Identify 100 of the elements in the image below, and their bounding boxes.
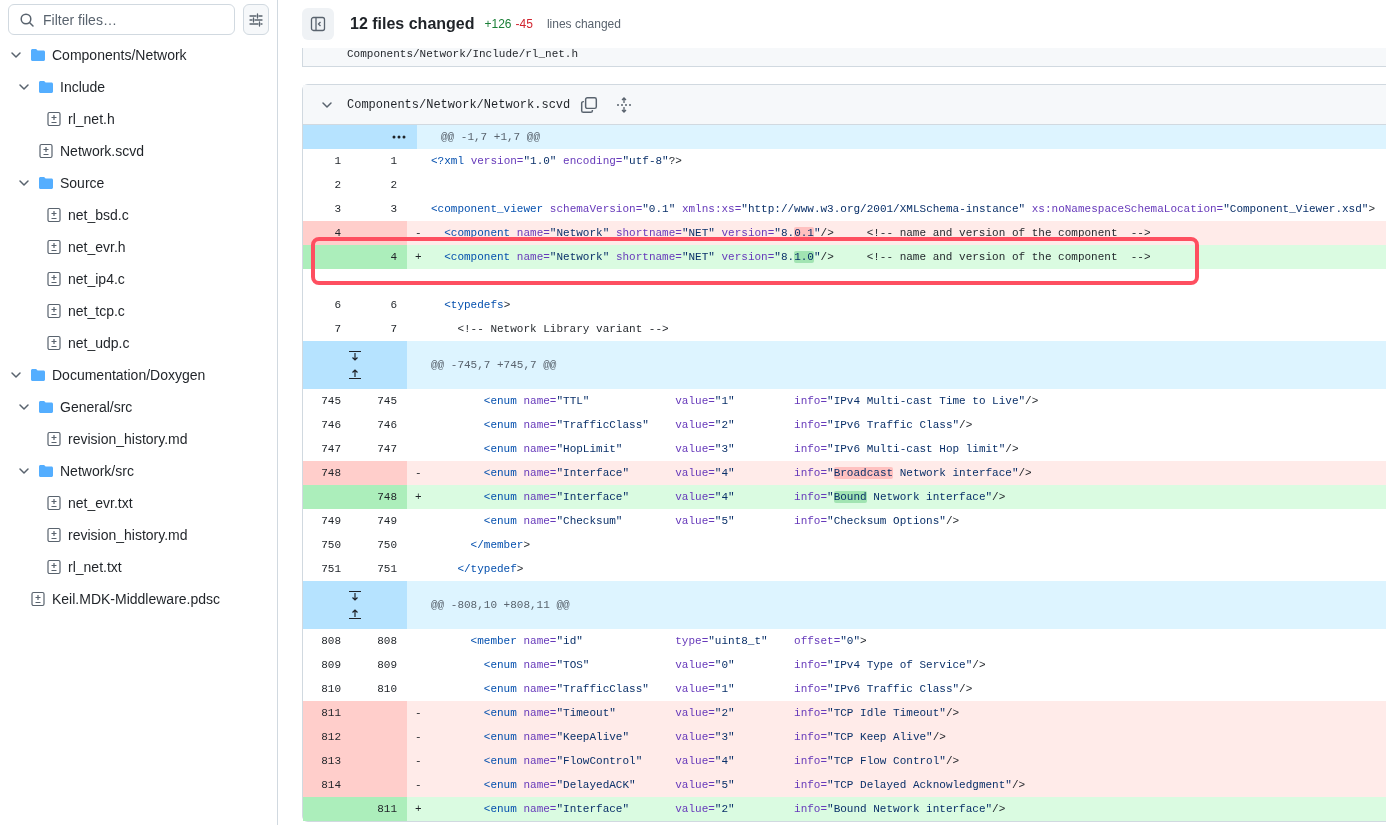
filter-field[interactable]: Filter files… bbox=[8, 4, 235, 35]
file-diff-icon bbox=[46, 559, 62, 575]
line-number: 6 bbox=[390, 299, 397, 311]
line-number: 4 bbox=[390, 251, 397, 263]
folder-icon bbox=[30, 47, 46, 63]
diff-sign: - bbox=[415, 467, 422, 479]
file-path: Components/Network/Network.scvd bbox=[347, 97, 571, 112]
code-line: <component name="Network" shortname="NET" version="8.1.0"/> bbox=[443, 251, 834, 263]
line-number: 747 bbox=[321, 443, 341, 455]
code-line: offset="0"> bbox=[794, 635, 867, 647]
code-line: <enum name="Timeout" bbox=[482, 707, 616, 719]
folder-icon bbox=[38, 175, 54, 191]
copy-button[interactable] bbox=[580, 95, 599, 114]
file-item[interactable]: net_bsd.c bbox=[8, 199, 269, 231]
diff-sign: - bbox=[415, 755, 422, 767]
code-line: <component name="Network" shortname="NET" version="8.0.1"/> bbox=[443, 227, 834, 239]
file-item[interactable]: net_evr.txt bbox=[8, 487, 269, 519]
code-line: value="1" bbox=[675, 683, 735, 695]
line-number: 747 bbox=[377, 443, 397, 455]
sliders-icon bbox=[248, 11, 264, 28]
line-number: 808 bbox=[321, 635, 341, 647]
code-line: </typedef> bbox=[456, 563, 524, 575]
code-line: <!-- Network Library variant --> bbox=[456, 323, 669, 335]
sidebar-toggle-button[interactable] bbox=[302, 8, 334, 40]
line-number: 2 bbox=[390, 179, 397, 191]
code-line: <component_viewer schemaVersion="0.1" xmlns:xs="http://www.w3.org/2001/XMLSchema-instance" xs:noNamespaceSchemaLocation="Component_Viewer.xsd"> bbox=[431, 203, 1376, 215]
additions-count: +126 bbox=[484, 17, 512, 31]
folder-item[interactable]: Components/Network bbox=[8, 39, 269, 71]
code-line: info="Checksum Options"/> bbox=[794, 515, 960, 527]
file-diff-icon bbox=[46, 527, 62, 543]
code-line: <!-- name and version of the component --> bbox=[866, 227, 1151, 239]
expand-up-button[interactable] bbox=[348, 367, 362, 379]
folder-item[interactable]: Documentation/Doxygen bbox=[8, 359, 269, 391]
code-line: info="IPv6 Traffic Class"/> bbox=[794, 683, 973, 695]
line-number: 810 bbox=[377, 683, 397, 695]
folder-item[interactable]: Include bbox=[8, 71, 269, 103]
line-number: 3 bbox=[390, 203, 397, 215]
line-number: 6 bbox=[334, 299, 341, 311]
diff-sign: - bbox=[415, 779, 422, 791]
folder-item[interactable]: Source bbox=[8, 167, 269, 199]
file-diff-icon bbox=[46, 303, 62, 319]
line-number: 1 bbox=[334, 155, 341, 167]
folder-item[interactable]: Network/src bbox=[8, 455, 269, 487]
expand-button[interactable] bbox=[391, 134, 407, 140]
diff-sign: + bbox=[415, 491, 422, 503]
code-line: <member name="id" bbox=[469, 635, 583, 647]
file-item[interactable]: net_evr.h bbox=[8, 231, 269, 263]
expand-up-icon bbox=[348, 367, 362, 379]
line-number: 809 bbox=[321, 659, 341, 671]
folder-item[interactable]: General/src bbox=[8, 391, 269, 423]
expand-up-button[interactable] bbox=[348, 607, 362, 619]
hunk-text: @@ -1,7 +1,7 @@ bbox=[440, 131, 541, 143]
code-line: info="IPv6 Traffic Class"/> bbox=[794, 419, 973, 431]
line-number: 811 bbox=[321, 707, 341, 719]
code-line: <typedefs> bbox=[443, 299, 511, 311]
hunk-text: @@ -745,7 +745,7 @@ bbox=[430, 359, 557, 371]
diff-sign: - bbox=[415, 731, 422, 743]
code-line: <enum name="TrafficClass" bbox=[482, 683, 649, 695]
line-number: 4 bbox=[334, 227, 341, 239]
code-line: <enum name="FlowControl" bbox=[482, 755, 643, 767]
files-changed-title: 12 files changed bbox=[350, 15, 475, 33]
code-line: info="TCP Delayed Acknowledgment"/> bbox=[794, 779, 1026, 791]
file-diff-icon bbox=[46, 111, 62, 127]
file-item[interactable]: net_ip4.c bbox=[8, 263, 269, 295]
expand-up-icon bbox=[348, 607, 362, 619]
expand-all-button[interactable] bbox=[616, 96, 633, 113]
file-item[interactable]: Keil.MDK-Middleware.pdsc bbox=[8, 583, 269, 615]
file-item[interactable]: net_tcp.c bbox=[8, 295, 269, 327]
code-line: info="TCP Idle Timeout"/> bbox=[794, 707, 960, 719]
lines-changed-label: lines changed bbox=[546, 17, 621, 31]
diff-sign: - bbox=[415, 227, 422, 239]
code-line: value="2" bbox=[675, 419, 735, 431]
folder-icon bbox=[38, 463, 54, 479]
file-item[interactable]: revision_history.md bbox=[8, 519, 269, 551]
deletions-count: -45 bbox=[515, 17, 533, 31]
code-line: info="TCP Keep Alive"/> bbox=[794, 731, 946, 743]
folder-icon bbox=[30, 367, 46, 383]
file-diff-icon bbox=[46, 335, 62, 351]
code-line: <enum name="KeepAlive" bbox=[482, 731, 630, 743]
folder-icon bbox=[38, 399, 54, 415]
line-number: 751 bbox=[321, 563, 341, 575]
line-number: 2 bbox=[334, 179, 341, 191]
file-item[interactable]: net_udp.c bbox=[8, 327, 269, 359]
file-item[interactable]: Network.scvd bbox=[8, 135, 269, 167]
file-item[interactable]: revision_history.md bbox=[8, 423, 269, 455]
file-item[interactable]: rl_net.txt bbox=[8, 551, 269, 583]
file-item[interactable]: rl_net.h bbox=[8, 103, 269, 135]
expand-down-icon bbox=[348, 591, 362, 603]
file-diff-icon bbox=[46, 239, 62, 255]
code-line: value="2" bbox=[675, 707, 735, 719]
code-line: value="4" bbox=[675, 491, 735, 503]
code-line: <enum name="TOS" bbox=[482, 659, 590, 671]
filter-settings-button[interactable] bbox=[243, 4, 269, 35]
code-line: <enum name="Checksum" bbox=[482, 515, 623, 527]
expand-down-button[interactable] bbox=[348, 351, 362, 363]
line-number: 7 bbox=[334, 323, 341, 335]
expand-down-button[interactable] bbox=[348, 591, 362, 603]
code-line: </member> bbox=[469, 539, 531, 551]
diff-sign: - bbox=[415, 707, 422, 719]
code-line: <enum name="DelayedACK" bbox=[482, 779, 636, 791]
